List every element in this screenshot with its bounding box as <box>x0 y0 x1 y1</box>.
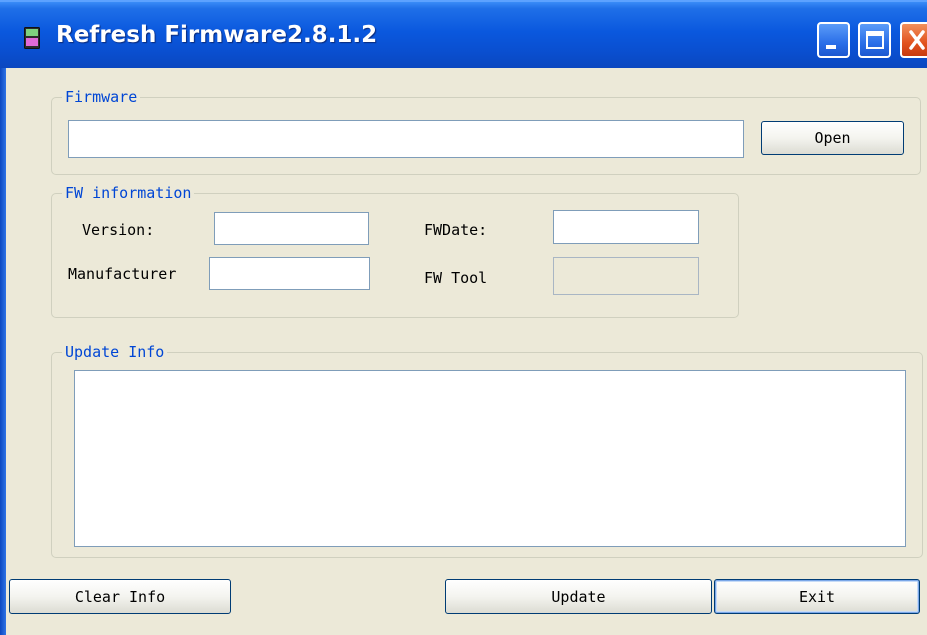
fw-information-legend: FW information <box>62 184 195 202</box>
fw-tool-field <box>553 257 699 295</box>
minimize-icon <box>826 45 836 49</box>
open-button[interactable]: Open <box>761 121 904 155</box>
manufacturer-field[interactable] <box>209 257 370 290</box>
window-frame-left <box>0 68 6 635</box>
app-window: Refresh Firmware2.8.1.2 Firmware Open FW… <box>0 0 927 635</box>
clear-info-button[interactable]: Clear Info <box>9 579 231 614</box>
close-icon <box>909 30 925 50</box>
maximize-icon <box>866 31 884 49</box>
firmware-device-icon <box>24 27 40 49</box>
version-label: Version: <box>82 221 155 239</box>
title-bar[interactable]: Refresh Firmware2.8.1.2 <box>0 0 927 68</box>
firmware-path-input[interactable] <box>68 120 744 158</box>
close-button[interactable] <box>900 22 927 58</box>
exit-button[interactable]: Exit <box>714 579 920 614</box>
fwdate-field[interactable] <box>553 210 699 244</box>
maximize-button[interactable] <box>858 22 891 58</box>
fwdate-label: FWDate: <box>424 221 488 239</box>
version-field[interactable] <box>214 212 369 245</box>
update-info-textarea[interactable] <box>74 370 906 547</box>
update-button[interactable]: Update <box>445 579 712 614</box>
manufacturer-label: Manufacturer <box>68 265 177 283</box>
update-info-legend: Update Info <box>62 343 168 361</box>
fw-tool-label: FW Tool <box>424 269 488 287</box>
minimize-button[interactable] <box>817 22 850 58</box>
firmware-legend: Firmware <box>62 88 141 106</box>
window-title: Refresh Firmware2.8.1.2 <box>56 22 378 48</box>
